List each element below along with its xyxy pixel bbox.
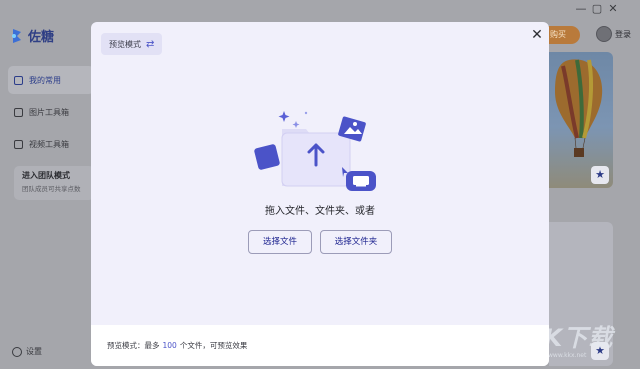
sidebar-item-label: 我的常用 [29, 75, 61, 85]
watermark-url: www.kkx.net [548, 352, 587, 359]
drop-hint: 拖入文件、文件夹、或者 [265, 206, 375, 217]
sidebar: 我的常用 图片工具箱 视频工具箱 [8, 66, 94, 162]
sidebar-item-label: 图片工具箱 [29, 107, 69, 117]
login-label: 登录 [615, 29, 631, 39]
close-icon[interactable]: ✕ [529, 27, 545, 43]
upload-dialog: 预览模式 ⇄ ✕ 拖入文件、文件夹、或者 选择文件 选择文件夹 预览模式：最多 … [91, 22, 549, 366]
footer-prefix: 预览模式：最多 [107, 341, 160, 350]
preview-mode-footer: 预览模式：最多 100 个文件，可预览效果 [91, 325, 549, 366]
buy-button[interactable]: 购买 [548, 26, 580, 44]
avatar-icon [596, 26, 612, 42]
sidebar-item-favorites[interactable]: 我的常用 [8, 66, 94, 94]
preview-mode-label: 预览模式 [109, 39, 141, 49]
settings-button[interactable]: 设置 [12, 346, 42, 357]
team-mode-title: 进入团队模式 [22, 171, 70, 180]
team-mode-subtitle: 团队成员可共享点数 [22, 185, 81, 193]
logo-icon [12, 28, 21, 43]
login-button[interactable]: 登录 [596, 26, 631, 42]
app-logo: 佐糖 [10, 26, 54, 45]
video-icon [14, 139, 23, 149]
favorites-icon [14, 75, 23, 85]
sidebar-item-label: 视频工具箱 [29, 139, 69, 149]
app-name: 佐糖 [28, 30, 55, 45]
file-limit-count: 100 [162, 341, 177, 350]
minimize-icon[interactable]: — [574, 2, 588, 16]
maximize-icon[interactable]: ▢ [590, 2, 604, 16]
close-window-icon[interactable]: ✕ [606, 2, 620, 16]
star-icon[interactable]: ★ [591, 166, 609, 184]
title-bar: — ▢ ✕ [0, 0, 640, 18]
swap-icon: ⇄ [146, 38, 155, 50]
team-mode-card[interactable]: 进入团队模式 团队成员可共享点数 [14, 166, 94, 200]
gear-icon [12, 346, 22, 357]
sidebar-item-image-tools[interactable]: 图片工具箱 [8, 98, 94, 126]
preview-mode-toggle[interactable]: 预览模式 ⇄ [101, 33, 163, 55]
folder-upload-icon [254, 111, 376, 191]
select-folder-button[interactable]: 选择文件夹 [320, 230, 392, 254]
settings-label: 设置 [26, 347, 42, 356]
sample-card-balloon[interactable]: ★ [549, 52, 613, 188]
footer-suffix: 个文件，可预览效果 [179, 341, 248, 350]
grid-icon [14, 107, 23, 117]
select-file-button[interactable]: 选择文件 [248, 230, 312, 254]
sidebar-item-video-tools[interactable]: 视频工具箱 [8, 130, 94, 158]
